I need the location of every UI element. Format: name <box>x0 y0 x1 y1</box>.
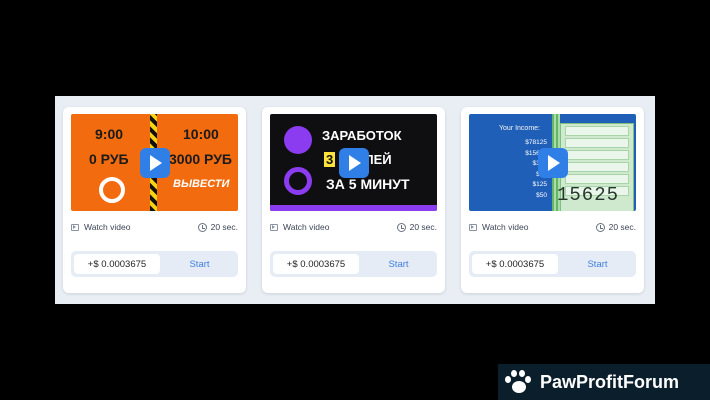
video-icon <box>270 223 278 231</box>
video-thumbnail[interactable]: 9:00 10:00 0 РУБ 3000 РУБ ВЫВЕСТИ <box>71 114 238 211</box>
thumb-bar <box>270 205 437 211</box>
watch-label: Watch video <box>482 222 529 232</box>
income-value: $50 <box>536 191 547 199</box>
thumb-text: 3000 РУБ <box>169 151 232 167</box>
income-label: Your Income: <box>499 125 540 132</box>
video-card: Your Income: $78125 $15625 $312 $62 $125… <box>461 107 644 293</box>
duration-label: 20 sec. <box>210 222 238 232</box>
action-bar: +$ 0.0003675 Start <box>469 251 636 277</box>
thumb-text: 9:00 <box>95 126 124 142</box>
duration-label: 20 sec. <box>608 222 636 232</box>
duration-label: 20 sec. <box>409 222 437 232</box>
thumb-text: ЗАРАБОТОК <box>322 128 402 143</box>
reward-amount: +$ 0.0003675 <box>472 254 558 274</box>
video-thumbnail[interactable]: Your Income: $78125 $15625 $312 $62 $125… <box>469 114 636 211</box>
start-button[interactable]: Start <box>366 254 431 274</box>
sber-logo-icon <box>284 126 312 154</box>
qiwi-logo-icon <box>284 167 312 195</box>
video-card: ЗАРАБОТОК 3 РУБЛЕЙ ЗА 5 МИНУТ Watch vide… <box>262 107 445 293</box>
start-button[interactable]: Start <box>167 254 232 274</box>
thumb-text: 10:00 <box>183 126 219 142</box>
video-thumbnail[interactable]: ЗАРАБОТОК 3 РУБЛЕЙ ЗА 5 МИНУТ <box>270 114 437 211</box>
brand-name: PawProfitForum <box>540 371 680 392</box>
income-value: $125 <box>532 181 547 188</box>
thumb-text: ЗА 5 МИНУТ <box>326 176 410 192</box>
paw-icon <box>504 369 532 395</box>
watch-label: Watch video <box>283 222 330 232</box>
reward-amount: +$ 0.0003675 <box>273 254 359 274</box>
clock-icon <box>396 222 406 232</box>
thumb-highlight: 3 <box>324 152 336 167</box>
play-icon[interactable] <box>338 147 369 178</box>
income-value: $78125 <box>525 139 547 146</box>
watch-label: Watch video <box>84 222 131 232</box>
clock-icon <box>595 222 605 232</box>
video-icon <box>71 223 79 231</box>
play-icon[interactable] <box>537 147 568 178</box>
brand-watermark: PawProfitForum <box>498 364 710 400</box>
thumb-big-number: 15625 <box>557 184 620 206</box>
thumb-text: 0 РУБ <box>89 151 129 167</box>
thumb-caption: ВЫВЕСТИ <box>173 178 230 190</box>
reward-amount: +$ 0.0003675 <box>74 254 160 274</box>
clock-icon <box>197 222 207 232</box>
qiwi-logo-icon <box>99 177 125 203</box>
start-button[interactable]: Start <box>565 254 630 274</box>
video-card: 9:00 10:00 0 РУБ 3000 РУБ ВЫВЕСТИ Watch … <box>63 107 246 293</box>
play-icon[interactable] <box>139 147 170 178</box>
action-bar: +$ 0.0003675 Start <box>71 251 238 277</box>
video-icon <box>469 223 477 231</box>
action-bar: +$ 0.0003675 Start <box>270 251 437 277</box>
video-panel: 9:00 10:00 0 РУБ 3000 РУБ ВЫВЕСТИ Watch … <box>55 96 655 304</box>
